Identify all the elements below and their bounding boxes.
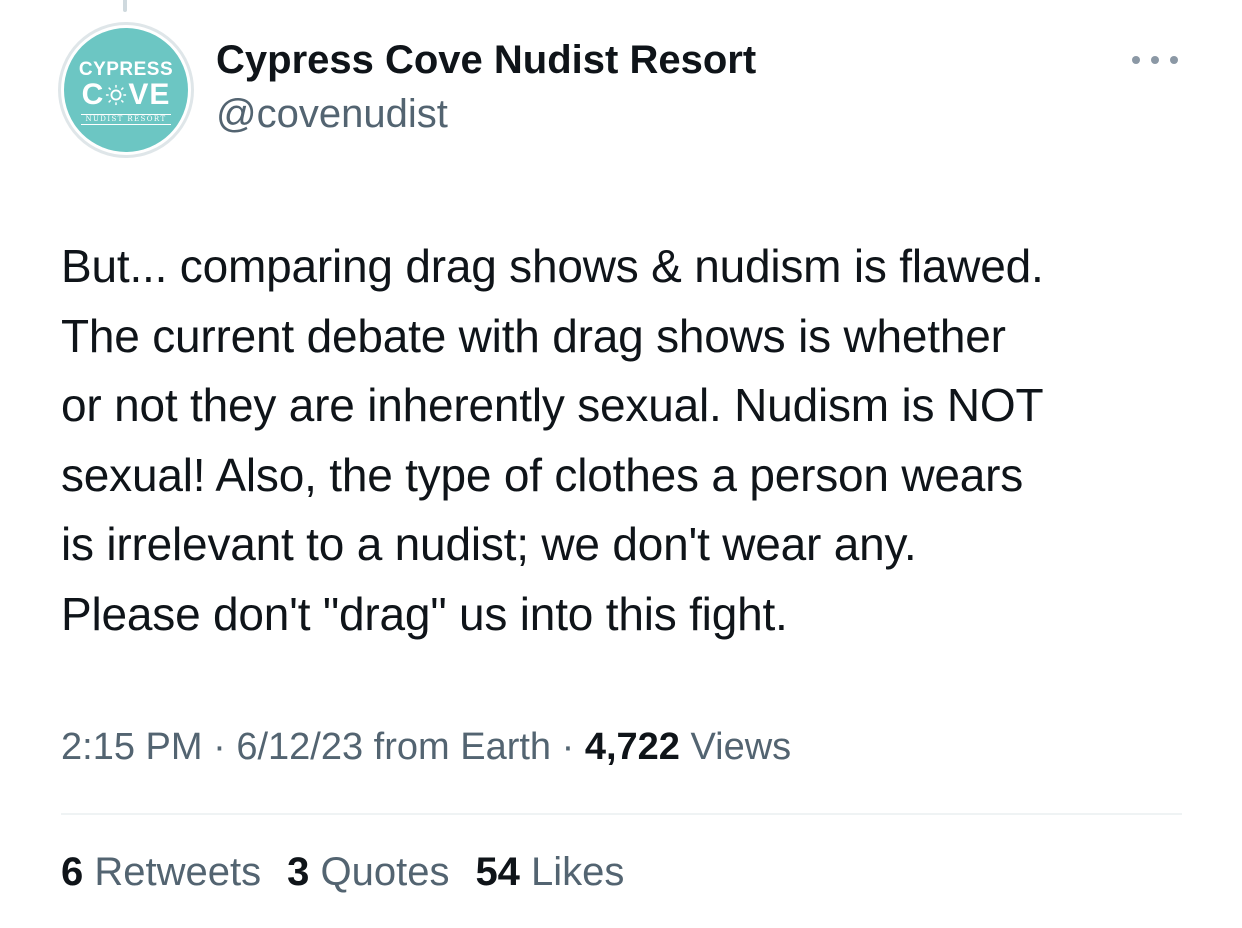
tweet-text: But... comparing drag shows & nudism is … [61,240,1044,640]
more-dot [1170,56,1178,64]
views-count: 4,722 [584,726,680,768]
likes-label: Likes [519,850,625,894]
author-display-name[interactable]: Cypress Cove Nudist Resort [216,38,756,83]
tweet-time[interactable]: 2:15 PM [61,726,203,768]
avatar[interactable]: CYPRESS C VE NUDIST RESORT [58,22,194,158]
quotes-stat[interactable]: 3 Quotes [287,850,449,895]
sun-icon [106,84,127,105]
retweets-stat[interactable]: 6 Retweets [61,850,261,895]
cypress-cove-logo: CYPRESS C VE NUDIST RESORT [64,28,188,152]
tweet-date[interactable]: 6/12/23 [236,726,363,768]
likes-stat[interactable]: 54 Likes [475,850,624,895]
tweet-source: from Earth [363,726,552,768]
logo-bottom-text: NUDIST RESORT [81,113,171,125]
retweets-count: 6 [61,850,84,894]
quotes-label: Quotes [309,850,450,894]
views-label: Views [679,726,792,768]
more-horizontal-icon[interactable] [1132,46,1178,74]
more-dot [1132,56,1140,64]
engagement-stats: 6 Retweets 3 Quotes 54 Likes [61,850,650,895]
divider [61,813,1182,815]
author-handle[interactable]: @covenudist [216,92,448,137]
retweets-label: Retweets [83,850,262,894]
logo-mid-text: C VE [81,77,171,111]
meta-separator: · [551,726,585,768]
logo-top-text: CYPRESS [78,58,174,80]
logo-mid-right: VE [128,77,171,111]
meta-separator: · [202,726,237,768]
tweet-meta: 2:15 PM · 6/12/23 from Earth · 4,722 Vie… [61,726,791,769]
logo-mid-left: C [81,77,105,111]
quotes-count: 3 [287,850,310,894]
more-dot [1151,56,1159,64]
thread-connector-line [123,0,127,12]
likes-count: 54 [475,850,520,894]
